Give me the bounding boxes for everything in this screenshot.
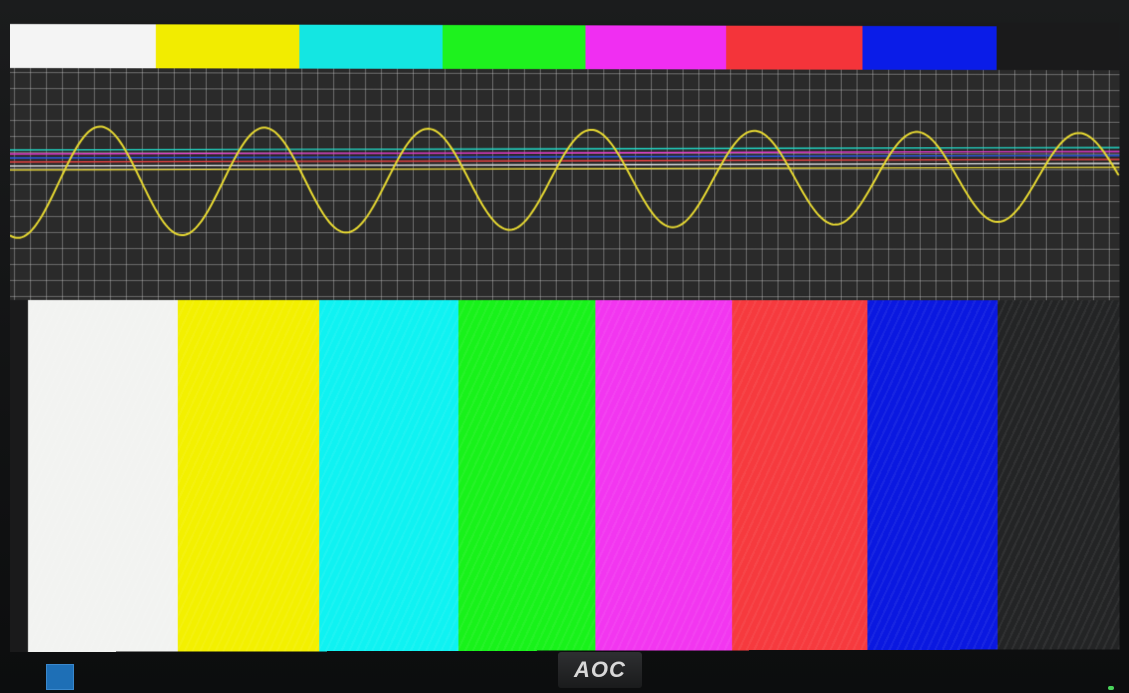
top-bar-red	[726, 25, 863, 72]
bottom-color-bars	[27, 300, 1120, 652]
top-bar-magenta	[585, 25, 727, 72]
waveform-scope	[10, 68, 1120, 301]
top-bar-yellow	[155, 24, 300, 71]
bottom-bar-yellow	[177, 300, 320, 652]
bottom-bar-magenta	[595, 300, 733, 651]
monitor-screen	[10, 20, 1120, 652]
flat-trace-5	[10, 162, 1120, 167]
brand-logo: AOC	[558, 652, 642, 688]
top-bar-white	[10, 24, 156, 71]
bottom-bar-blue	[867, 300, 998, 650]
sine-trace	[10, 126, 1119, 238]
top-bar-blue	[862, 25, 997, 72]
top-bar-cyan	[299, 24, 443, 71]
flat-trace-4	[10, 158, 1120, 163]
bottom-bar-black	[997, 300, 1120, 650]
monitor-sticker	[46, 664, 74, 690]
waveform-plot	[10, 68, 1120, 300]
bottom-bar-white	[27, 300, 178, 652]
bottom-bar-cyan	[319, 300, 459, 652]
top-color-strip	[10, 24, 1003, 72]
flat-trace-1	[10, 146, 1120, 152]
monitor-bezel: AOC	[0, 0, 1129, 693]
power-led-icon	[1108, 686, 1114, 690]
bottom-bar-green	[458, 300, 596, 651]
bottom-bar-red	[732, 300, 868, 651]
top-bar-green	[442, 25, 586, 72]
